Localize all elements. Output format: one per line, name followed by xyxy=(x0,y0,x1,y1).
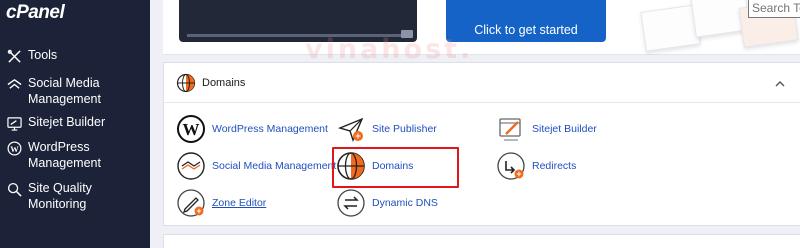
tool-label: Sitejet Builder xyxy=(532,123,597,135)
next-panel xyxy=(163,234,800,248)
tool-social-media-management[interactable]: Social Media Management xyxy=(176,151,336,181)
sidebar: cPanel Tools Social Media Management Sit… xyxy=(0,0,150,248)
domains-panel: Domains W WordPress Management Site Publ… xyxy=(163,62,800,226)
tool-dynamic-dns[interactable]: Dynamic DNS xyxy=(336,188,438,218)
redirects-icon xyxy=(496,151,526,181)
domains-highlight-box xyxy=(332,147,459,188)
tool-label: Zone Editor xyxy=(212,197,267,209)
sitejet-builder-icon xyxy=(496,114,526,144)
wordpress-icon: W xyxy=(176,114,206,144)
search-tools-input[interactable] xyxy=(748,0,800,18)
sidebar-item-label: WordPress Management xyxy=(28,140,101,170)
domains-globe-icon xyxy=(176,73,196,93)
sidebar-item-wordpress[interactable]: W WordPress Management xyxy=(0,138,150,171)
domains-panel-header[interactable]: Domains xyxy=(164,63,800,103)
zone-editor-icon xyxy=(176,188,206,218)
sidebar-item-sitejet[interactable]: Sitejet Builder xyxy=(0,113,150,133)
tool-label: WordPress Management xyxy=(212,123,328,135)
social-media-icon xyxy=(4,74,24,94)
site-quality-icon xyxy=(4,179,24,199)
sidebar-item-label: Sitejet Builder xyxy=(28,115,106,129)
tool-label: Redirects xyxy=(532,160,577,172)
sidebar-item-label: Tools xyxy=(28,48,58,62)
tools-icon xyxy=(4,46,24,66)
sidebar-item-site-quality[interactable]: Site Quality Monitoring xyxy=(0,179,150,212)
vinahost-watermark: vinahost. xyxy=(305,34,474,65)
wordpress-icon: W xyxy=(4,138,24,158)
panel-title: Domains xyxy=(202,77,246,89)
dynamic-dns-icon xyxy=(336,188,366,218)
tool-label: Site Publisher xyxy=(372,123,437,135)
svg-text:W: W xyxy=(183,120,200,139)
tool-zone-editor[interactable]: Zone Editor xyxy=(176,188,266,218)
sidebar-item-label: Site Quality Monitoring xyxy=(28,181,92,211)
tool-wordpress-management[interactable]: W WordPress Management xyxy=(176,114,328,144)
sidebar-item-tools[interactable]: Tools xyxy=(0,46,150,66)
sidebar-item-label: Social Media Management xyxy=(28,76,101,106)
tool-redirects[interactable]: Redirects xyxy=(496,151,576,181)
tool-site-publisher[interactable]: Site Publisher xyxy=(336,114,437,144)
svg-text:W: W xyxy=(10,143,19,153)
chevron-up-icon[interactable] xyxy=(774,77,786,89)
cpanel-logo[interactable]: cPanel xyxy=(6,2,65,24)
sidebar-item-social-media[interactable]: Social Media Management xyxy=(0,74,150,107)
main-content: Click to get started vinahost. Domains xyxy=(150,0,800,248)
getting-started-banner: Click to get started xyxy=(163,0,800,55)
social-media-management-icon xyxy=(176,151,206,181)
sitejet-icon xyxy=(4,113,24,133)
site-publisher-icon xyxy=(336,114,366,144)
tool-label: Dynamic DNS xyxy=(372,197,438,209)
tool-label: Social Media Management xyxy=(212,160,337,172)
tool-sitejet-builder[interactable]: Sitejet Builder xyxy=(496,114,597,144)
